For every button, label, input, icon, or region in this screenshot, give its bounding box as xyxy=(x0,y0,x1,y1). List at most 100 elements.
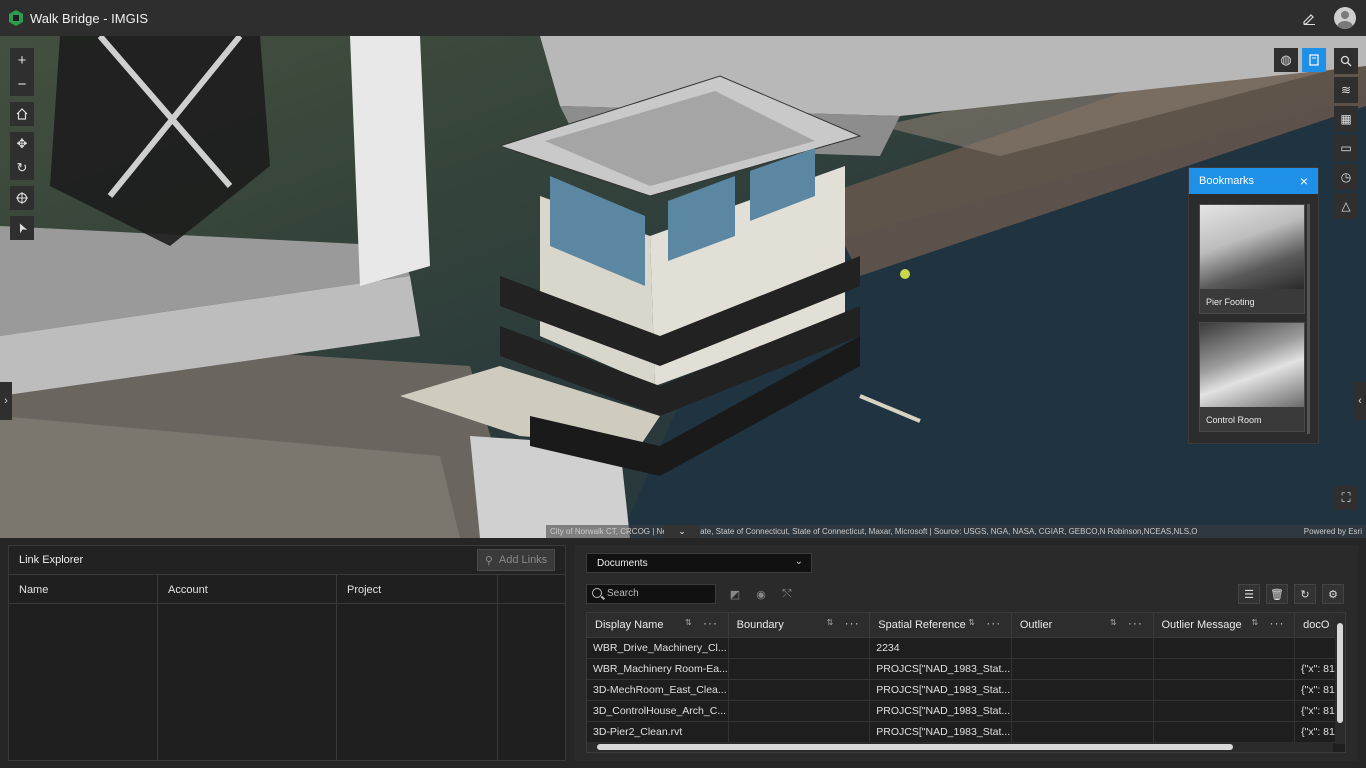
app-title: Walk Bridge - IMGIS xyxy=(30,10,148,26)
layers-icon: ≋ xyxy=(1340,83,1352,97)
documents-table: Display Name ⇅ ··· Boundary ⇅ ··· Spatial Re… xyxy=(586,612,1346,753)
search-input[interactable]: Search xyxy=(586,584,716,604)
layers-button[interactable]: ≋ xyxy=(1334,77,1358,103)
basemap-gallery-button[interactable]: ▦ xyxy=(1334,106,1358,132)
play-icon[interactable]: ◉ xyxy=(754,587,768,601)
expand-left-panel-button[interactable]: › xyxy=(0,382,12,420)
plus-icon: + xyxy=(17,51,27,69)
table-row[interactable]: 3D_ControlHouse_Arch_C... PROJCS["NAD_19… xyxy=(587,701,1345,722)
edit-icon[interactable] xyxy=(1302,11,1316,25)
search-button[interactable] xyxy=(1334,48,1358,74)
chevron-right-icon: › xyxy=(4,395,8,407)
navigate-button[interactable] xyxy=(10,216,34,240)
navigation-toolbar: + − ✥ ↻ xyxy=(10,48,34,240)
column-header-extra xyxy=(498,575,565,603)
cell-spatial-reference: PROJCS["NAD_1983_Stat... xyxy=(870,722,1012,742)
bookmarks-button[interactable] xyxy=(1302,48,1326,72)
column-header-boundary[interactable]: Boundary ⇅ ··· xyxy=(729,613,871,637)
more-icon[interactable]: ··· xyxy=(1128,616,1143,630)
bookmark-item[interactable]: Pier Footing xyxy=(1199,204,1305,314)
sort-icon[interactable]: ⇅ xyxy=(968,618,975,627)
bookmark-item[interactable]: Control Room xyxy=(1199,322,1305,432)
column-header-project[interactable]: Project xyxy=(337,575,498,603)
filter-clear-icon[interactable]: ⤲ xyxy=(780,587,794,601)
trash-icon: 🗑 xyxy=(1270,588,1284,601)
cell-outlier xyxy=(1012,638,1154,658)
refresh-button[interactable]: ↻ xyxy=(1294,584,1316,604)
cell-display-name: 3D-Pier2_Clean.rvt xyxy=(587,722,729,742)
column-label: Display Name xyxy=(595,619,664,631)
column-label: Outlier xyxy=(1019,619,1053,631)
bookmark-label: Control Room xyxy=(1206,415,1262,425)
bookmarks-scrollbar[interactable] xyxy=(1307,204,1310,434)
vertical-scrollbar[interactable] xyxy=(1335,613,1345,744)
fullscreen-button[interactable]: ⛶ xyxy=(1334,486,1358,510)
cell-outlier-message xyxy=(1154,722,1296,742)
rotate-button[interactable]: ↻ xyxy=(10,156,34,180)
more-icon[interactable]: ··· xyxy=(703,616,718,630)
slice-button[interactable]: △ xyxy=(1334,193,1358,219)
scrollbar-thumb[interactable] xyxy=(597,744,1233,750)
sort-icon[interactable]: ⇅ xyxy=(827,618,834,627)
user-avatar[interactable] xyxy=(1334,7,1356,29)
bottom-panel: Link Explorer ⚲ Add Links Name Account P… xyxy=(0,538,1366,768)
cell-spatial-reference: 2234 xyxy=(870,638,1012,658)
select-list-button[interactable]: ☰ xyxy=(1238,584,1260,604)
table-row[interactable]: WBR_Machinery Room-Ea... PROJCS["NAD_198… xyxy=(587,659,1345,680)
sort-icon[interactable]: ⇅ xyxy=(1252,618,1259,627)
bookmarks-panel: Bookmarks × Pier Footing Control Room xyxy=(1188,167,1319,444)
column-header-account[interactable]: Account xyxy=(158,575,337,603)
expand-right-panel-button[interactable]: ‹ xyxy=(1354,382,1366,420)
scene-view[interactable]: + − ✥ ↻ ◍ ≋ ▦ ▭ ◷ △ Bookmarks × Pier Foo… xyxy=(0,36,1366,538)
more-icon[interactable]: ··· xyxy=(845,616,860,630)
ruler-icon: ▭ xyxy=(1340,141,1352,155)
more-icon[interactable]: ··· xyxy=(1270,616,1285,630)
cell-boundary xyxy=(729,638,871,658)
documents-panel: Documents ⌄ Search ◩ ◉ ⤲ ☰ 🗑 ↻ ⚙ Display… xyxy=(574,545,1358,761)
table-row[interactable]: WBR_Drive_Machinery_Cl... 2234 xyxy=(587,638,1345,659)
link-explorer-body xyxy=(9,604,565,760)
settings-button[interactable]: ⚙ xyxy=(1322,584,1344,604)
bookmark-thumbnail xyxy=(1200,323,1304,407)
column-header-name[interactable]: Name xyxy=(9,575,158,603)
attribution-toggle[interactable]: ⌄ xyxy=(664,525,700,538)
clock-icon: ◷ xyxy=(1340,170,1352,184)
cell-display-name: 3D-MechRoom_East_Clea... xyxy=(587,680,729,700)
scrollbar-thumb[interactable] xyxy=(1337,623,1343,723)
column-header-outlier[interactable]: Outlier ⇅ ··· xyxy=(1012,613,1154,637)
cell-boundary xyxy=(729,701,871,721)
table-row[interactable]: 3D-MechRoom_East_Clea... PROJCS["NAD_198… xyxy=(587,680,1345,701)
pan-button[interactable]: ✥ xyxy=(10,132,34,156)
link-explorer-panel: Link Explorer ⚲ Add Links Name Account P… xyxy=(8,545,566,761)
delete-button[interactable]: 🗑 xyxy=(1266,584,1288,604)
pan-icon: ✥ xyxy=(16,136,28,151)
measure-button[interactable]: ▭ xyxy=(1334,135,1358,161)
home-button[interactable] xyxy=(10,102,34,126)
cell-boundary xyxy=(729,659,871,679)
close-icon[interactable]: × xyxy=(1300,173,1308,189)
zoom-out-button[interactable]: − xyxy=(10,72,34,96)
right-toolbar: ≋ ▦ ▭ ◷ △ xyxy=(1334,48,1358,222)
cell-outlier-message xyxy=(1154,680,1296,700)
more-icon[interactable]: ··· xyxy=(986,616,1001,630)
horizontal-scrollbar[interactable] xyxy=(587,742,1333,752)
app-logo-icon xyxy=(9,10,23,26)
cell-outlier-message xyxy=(1154,638,1296,658)
bookmarks-header: Bookmarks × xyxy=(1189,168,1318,194)
zoom-to-icon[interactable]: ◩ xyxy=(728,587,742,601)
column-header-display-name[interactable]: Display Name ⇅ ··· xyxy=(587,613,729,637)
bookmark-label: Pier Footing xyxy=(1206,297,1255,307)
zoom-in-button[interactable]: + xyxy=(10,48,34,72)
add-links-button[interactable]: ⚲ Add Links xyxy=(477,549,555,571)
cell-outlier-message xyxy=(1154,659,1296,679)
daylight-button[interactable]: ◷ xyxy=(1334,164,1358,190)
globe-button[interactable]: ◍ xyxy=(1274,48,1298,72)
compass-button[interactable] xyxy=(10,186,34,210)
refresh-icon: ↻ xyxy=(1300,588,1310,601)
documents-dropdown[interactable]: Documents ⌄ xyxy=(586,553,812,573)
column-header-outlier-message[interactable]: Outlier Message ⇅ ··· xyxy=(1154,613,1296,637)
table-row[interactable]: 3D-Pier2_Clean.rvt PROJCS["NAD_1983_Stat… xyxy=(587,722,1345,743)
sort-icon[interactable]: ⇅ xyxy=(1110,618,1117,627)
column-header-spatial-reference[interactable]: Spatial Reference ⇅ ··· xyxy=(870,613,1012,637)
sort-icon[interactable]: ⇅ xyxy=(685,618,692,627)
